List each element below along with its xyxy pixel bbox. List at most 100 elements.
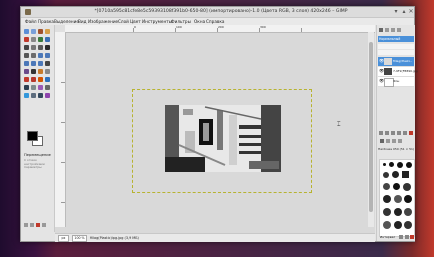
zoom-selector[interactable]: 100 % <box>72 235 87 242</box>
tab-fonts-icon[interactable] <box>392 139 396 143</box>
brush-item[interactable] <box>383 163 386 166</box>
ellipse-select-tool[interactable] <box>31 29 36 34</box>
ruler-corner[interactable] <box>55 25 65 32</box>
edit-brush-icon[interactable] <box>399 235 403 239</box>
brush-item[interactable] <box>394 195 402 203</box>
vertical-ruler[interactable] <box>55 32 66 227</box>
menu-file[interactable]: Файл <box>25 19 37 24</box>
fuzzy-select-tool[interactable] <box>45 29 50 34</box>
rect-select-tool[interactable] <box>24 29 29 34</box>
brush-item[interactable] <box>392 171 399 178</box>
menu-filters[interactable]: Фильтры <box>171 19 191 24</box>
menu-edit[interactable]: Правка <box>38 19 54 24</box>
menu-windows[interactable]: Окна <box>194 19 205 24</box>
tab-channels-icon[interactable] <box>385 28 389 32</box>
select-by-color-tool[interactable] <box>24 37 29 42</box>
tab-patterns-icon[interactable] <box>386 139 390 143</box>
minimize-icon[interactable]: ▾ <box>393 9 399 15</box>
anchor-layer-icon[interactable] <box>403 131 407 135</box>
clone-tool[interactable] <box>31 85 36 90</box>
horizontal-ruler[interactable]: 0 100 200 300 <box>65 25 375 33</box>
warp-tool[interactable] <box>24 69 29 74</box>
cage-tool[interactable] <box>45 61 50 66</box>
tab-paths-icon[interactable] <box>391 28 395 32</box>
menu-image[interactable]: Изображение <box>88 19 118 24</box>
unit-selector[interactable]: px <box>58 235 69 242</box>
layer-mode-select[interactable]: Нормальный <box>378 36 414 42</box>
airbrush-tool[interactable] <box>45 77 50 82</box>
brush-item[interactable] <box>383 221 391 229</box>
menu-layer[interactable]: Слой <box>118 19 129 24</box>
brush-item[interactable] <box>383 172 389 178</box>
brush-item[interactable] <box>389 162 394 167</box>
paths-tool[interactable] <box>45 37 50 42</box>
brush-item[interactable] <box>404 221 412 229</box>
dodge-burn-tool[interactable] <box>38 93 43 98</box>
flip-tool[interactable] <box>38 61 43 66</box>
brush-item[interactable] <box>383 183 390 190</box>
color-picker-tool[interactable] <box>24 45 29 50</box>
menu-tools[interactable]: Инструменты <box>142 19 172 24</box>
vertical-scrollbar[interactable] <box>368 32 374 227</box>
layer-item[interactable]: 👁 Фон <box>378 77 414 87</box>
new-layer-icon[interactable] <box>379 131 383 135</box>
brush-item[interactable] <box>397 162 403 168</box>
new-brush-icon[interactable] <box>405 235 409 239</box>
rotate-tool[interactable] <box>38 53 43 58</box>
duplicate-layer-icon[interactable] <box>397 131 401 135</box>
free-select-tool[interactable] <box>38 29 43 34</box>
brush-item[interactable] <box>394 208 402 216</box>
brush-item[interactable] <box>402 171 409 178</box>
image-layer-boundary[interactable] <box>132 89 312 193</box>
zoom-tool[interactable] <box>31 45 36 50</box>
foreground-color-swatch[interactable] <box>27 131 38 141</box>
menu-help[interactable]: Справка <box>206 19 224 24</box>
mypaint-brush-tool[interactable] <box>45 93 50 98</box>
brush-item[interactable] <box>406 162 412 168</box>
delete-layer-icon[interactable] <box>409 131 413 135</box>
tab-brushes-icon[interactable] <box>380 139 384 143</box>
bucket-fill-tool[interactable] <box>38 69 43 74</box>
scale-tool[interactable] <box>45 53 50 58</box>
reset-options-icon[interactable] <box>42 223 46 227</box>
brush-item[interactable] <box>393 183 400 190</box>
vertical-scrollbar-thumb[interactable] <box>369 42 373 212</box>
tab-document-history-icon[interactable] <box>398 139 402 143</box>
brush-item[interactable] <box>383 208 391 216</box>
pencil-tool[interactable] <box>24 77 29 82</box>
smudge-tool[interactable] <box>31 93 36 98</box>
perspective-tool[interactable] <box>31 61 36 66</box>
canvas-photo-thumbnail[interactable] <box>165 105 281 172</box>
blend-tool[interactable] <box>45 69 50 74</box>
scissors-tool[interactable] <box>31 37 36 42</box>
opacity-row[interactable] <box>378 44 414 49</box>
restore-preset-icon[interactable] <box>30 223 34 227</box>
paintbrush-tool[interactable] <box>31 77 36 82</box>
move-tool[interactable] <box>45 45 50 50</box>
lock-row[interactable] <box>378 50 414 55</box>
layer-item[interactable]: 👁 7-9F2(F8890.jpg <box>378 67 418 77</box>
align-tool[interactable] <box>24 53 29 58</box>
crop-tool[interactable] <box>31 53 36 58</box>
brush-item[interactable] <box>383 195 391 203</box>
foreground-select-tool[interactable] <box>38 37 43 42</box>
menu-colors[interactable]: Цвет <box>130 19 141 24</box>
layer-item[interactable]: 👁 fillag(Plasti... <box>378 57 414 67</box>
tab-layers-icon[interactable] <box>379 28 383 32</box>
eraser-tool[interactable] <box>38 77 43 82</box>
lower-layer-icon[interactable] <box>391 131 395 135</box>
perspective-clone-tool[interactable] <box>45 85 50 90</box>
delete-brush-icon[interactable] <box>410 235 414 239</box>
visibility-icon[interactable]: 👁 <box>379 69 384 73</box>
menu-view[interactable]: Вид <box>78 19 87 24</box>
text-tool[interactable] <box>31 69 36 74</box>
shear-tool[interactable] <box>24 61 29 66</box>
brush-grid[interactable] <box>379 159 415 237</box>
brush-item[interactable] <box>404 208 412 216</box>
measure-tool[interactable] <box>38 45 43 50</box>
title-bar[interactable]: *[0710a595c81cfe8e5c59393108f391b0-650-8… <box>21 7 414 18</box>
ink-tool[interactable] <box>24 85 29 90</box>
delete-preset-icon[interactable] <box>36 223 40 227</box>
brush-item[interactable] <box>404 195 412 203</box>
close-icon[interactable]: ✕ <box>408 9 414 15</box>
